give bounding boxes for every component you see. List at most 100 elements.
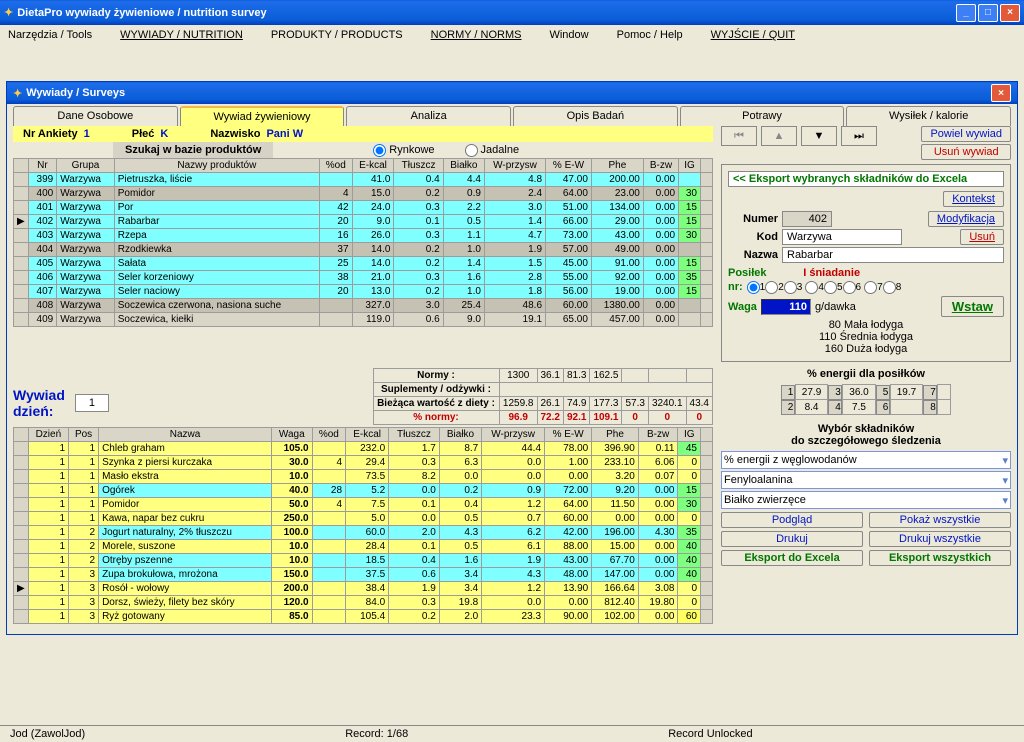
app-icon: ✦	[4, 6, 13, 19]
product-row[interactable]: 403WarzywaRzepa1626.00.31.14.773.0043.00…	[14, 229, 713, 243]
product-row[interactable]: ▶402WarzywaRabarbar209.00.10.51.466.0029…	[14, 215, 713, 229]
meal-row[interactable]: 11Ogórek40.0285.20.00.20.972.009.200.001…	[14, 484, 713, 498]
product-row[interactable]: 407WarzywaSeler naciowy2013.00.21.01.856…	[14, 285, 713, 299]
plec-value: K	[160, 128, 168, 140]
meal-row[interactable]: 11Pomidor50.047.50.10.41.264.0011.500.00…	[14, 498, 713, 512]
wstaw-button[interactable]: Wstaw	[941, 296, 1004, 317]
menu-nutrition[interactable]: WYWIADY / NUTRITION	[120, 29, 243, 41]
kontekst-button[interactable]: Kontekst	[943, 191, 1004, 207]
meal-row[interactable]: 11Kawa, napar bez cukru250.05.00.00.50.7…	[14, 512, 713, 526]
modyfikacja-button[interactable]: Modyfikacja	[928, 211, 1004, 227]
meal-7[interactable]: 7	[864, 281, 883, 294]
nav-next[interactable]: ▼	[801, 126, 837, 146]
surveys-close-button[interactable]: ×	[991, 84, 1011, 102]
nav-prev[interactable]: ▲	[761, 126, 797, 146]
usun-button[interactable]: Usuń	[960, 229, 1004, 245]
radio-jadalne[interactable]: Jadalne	[465, 144, 520, 157]
product-row[interactable]: 405WarzywaSałata2514.00.21.41.545.0091.0…	[14, 257, 713, 271]
meals-table[interactable]: DzieńPosNazwaWaga%odE-kcalTłuszczBiałkoW…	[13, 427, 713, 624]
eksport-button[interactable]: Eksport do Excela	[721, 550, 863, 566]
product-row[interactable]: 399WarzywaPietruszka, liście41.00.44.44.…	[14, 173, 713, 187]
tab-1[interactable]: Wywiad żywieniowy	[180, 106, 345, 126]
app-title: DietaPro wywiady żywieniowe / nutrition …	[17, 7, 266, 19]
menu-help[interactable]: Pomoc / Help	[617, 29, 683, 41]
meal-1[interactable]: 1	[747, 281, 766, 294]
menu-products[interactable]: PRODUKTY / PRODUCTS	[271, 29, 403, 41]
meal-3[interactable]: 3	[784, 281, 803, 294]
kod-field[interactable]	[782, 229, 902, 245]
status-bar: Jod (ZawolJod) Record: 1/68 Record Unloc…	[0, 725, 1024, 742]
kod-label: Kod	[728, 231, 778, 243]
status-lock: Record Unlocked	[668, 728, 752, 740]
meal-5[interactable]: 5	[824, 281, 843, 294]
tab-2[interactable]: Analiza	[346, 106, 511, 126]
nazwa-field[interactable]	[782, 247, 1004, 263]
meal-row[interactable]: 13Dorsz, świeży, filety bez skóry120.084…	[14, 596, 713, 610]
survey-header: Nr Ankiety 1 Płeć K Nazwisko Pani W	[13, 126, 713, 142]
tab-5[interactable]: Wysiłek / kalorie	[846, 106, 1011, 126]
minimize-button[interactable]: _	[956, 4, 976, 22]
product-row[interactable]: 404WarzywaRzodkiewka3714.00.21.01.957.00…	[14, 243, 713, 257]
menu-tools[interactable]: Narzędzia / Tools	[8, 29, 92, 41]
track-title1: Wybór składników	[721, 423, 1011, 435]
menu-window[interactable]: Window	[549, 29, 588, 41]
meal-radios: nr: 1 2 3 4 5 6 7 8	[728, 281, 1004, 294]
products-table[interactable]: NrGrupaNazwy produktów%odE-kcalTłuszczBi…	[13, 158, 713, 327]
select-2[interactable]: Fenyloalanina▾	[721, 471, 1011, 489]
drukuj-wszystkie-button[interactable]: Drukuj wszystkie	[869, 531, 1011, 547]
waga-label: Waga	[728, 301, 757, 313]
usun-wywiad-button[interactable]: Usuń wywiad	[921, 144, 1011, 160]
meal-row[interactable]: 12Jogurt naturalny, 2% tłuszczu100.060.0…	[14, 526, 713, 540]
maximize-button[interactable]: □	[978, 4, 998, 22]
nr-ankiety-value: 1	[84, 128, 90, 140]
meal-8[interactable]: 8	[883, 281, 902, 294]
tab-strip: Dane OsoboweWywiad żywieniowyAnalizaOpis…	[13, 106, 1011, 126]
close-button[interactable]: ×	[1000, 4, 1020, 22]
meal-row[interactable]: 11Szynka z piersi kurczaka30.0429.40.36.…	[14, 456, 713, 470]
select-1[interactable]: % energii z węglowodanów▾	[721, 451, 1011, 469]
posilek-label: Posiłek	[728, 267, 767, 279]
product-row[interactable]: 401WarzywaPor4224.00.32.23.051.00134.000…	[14, 201, 713, 215]
energy-title: % energii dla posiłków	[721, 368, 1011, 380]
podglad-button[interactable]: Podgląd	[721, 512, 863, 528]
product-row[interactable]: 400WarzywaPomidor415.00.20.92.464.0023.0…	[14, 187, 713, 201]
meal-row[interactable]: 13Zupa brokułowa, mrożona150.037.50.63.4…	[14, 568, 713, 582]
waga-hints: 80 Mała łodyga 110 Średnia łodyga 160 Du…	[728, 319, 1004, 355]
meal-row[interactable]: 11Chleb graham105.0232.01.78.744.478.003…	[14, 442, 713, 456]
select-3[interactable]: Białko zwierzęce▾	[721, 491, 1011, 509]
nazwa-label: Nazwa	[728, 249, 778, 261]
tab-3[interactable]: Opis Badań	[513, 106, 678, 126]
meal-row[interactable]: 12Morele, suszone10.028.40.10.56.188.001…	[14, 540, 713, 554]
powiel-button[interactable]: Powiel wywiad	[921, 126, 1011, 142]
product-row[interactable]: 408WarzywaSoczewica czerwona, nasiona su…	[14, 299, 713, 313]
meal-row[interactable]: 12Otręby pszenne10.018.50.41.61.943.0067…	[14, 554, 713, 568]
meal-row[interactable]: ▶13Rosół - wołowy200.038.41.93.41.213.90…	[14, 582, 713, 596]
menu-quit[interactable]: WYJŚCIE / QUIT	[711, 29, 795, 41]
meal-row[interactable]: 11Masło ekstra10.073.58.20.00.00.003.200…	[14, 470, 713, 484]
nav-first[interactable]: ⏮	[721, 126, 757, 146]
window-icon: ✦	[13, 87, 22, 100]
tab-4[interactable]: Potrawy	[680, 106, 845, 126]
nazwisko-value: Pani W	[266, 128, 303, 140]
product-row[interactable]: 409WarzywaSoczewica, kiełki119.00.69.019…	[14, 313, 713, 327]
dzien-input[interactable]	[75, 394, 109, 412]
meal-4[interactable]: 4	[805, 281, 824, 294]
meal-6[interactable]: 6	[843, 281, 862, 294]
surveys-title: Wywiady / Surveys	[26, 87, 125, 99]
nav-last[interactable]: ⏭	[841, 126, 877, 146]
sniadanie-label: I śniadanie	[803, 267, 860, 279]
pokaz-button[interactable]: Pokaż wszystkie	[869, 512, 1011, 528]
export-header[interactable]: << Eksport wybranych składników do Excel…	[728, 171, 1004, 187]
eksport-wszystkich-button[interactable]: Eksport wszystkich	[869, 550, 1011, 566]
main-titlebar: ✦ DietaPro wywiady żywieniowe / nutritio…	[0, 0, 1024, 25]
numer-field[interactable]	[782, 211, 832, 227]
menu-norms[interactable]: NORMY / NORMS	[431, 29, 522, 41]
radio-rynkowe[interactable]: Rynkowe	[373, 144, 434, 157]
meal-2[interactable]: 2	[765, 281, 784, 294]
drukuj-button[interactable]: Drukuj	[721, 531, 863, 547]
waga-input[interactable]	[761, 299, 811, 315]
menubar: Narzędzia / Tools WYWIADY / NUTRITION PR…	[0, 25, 1024, 45]
product-row[interactable]: 406WarzywaSeler korzeniowy3821.00.31.62.…	[14, 271, 713, 285]
meal-row[interactable]: 13Ryż gotowany85.0105.40.22.023.390.0010…	[14, 610, 713, 624]
tab-0[interactable]: Dane Osobowe	[13, 106, 178, 126]
